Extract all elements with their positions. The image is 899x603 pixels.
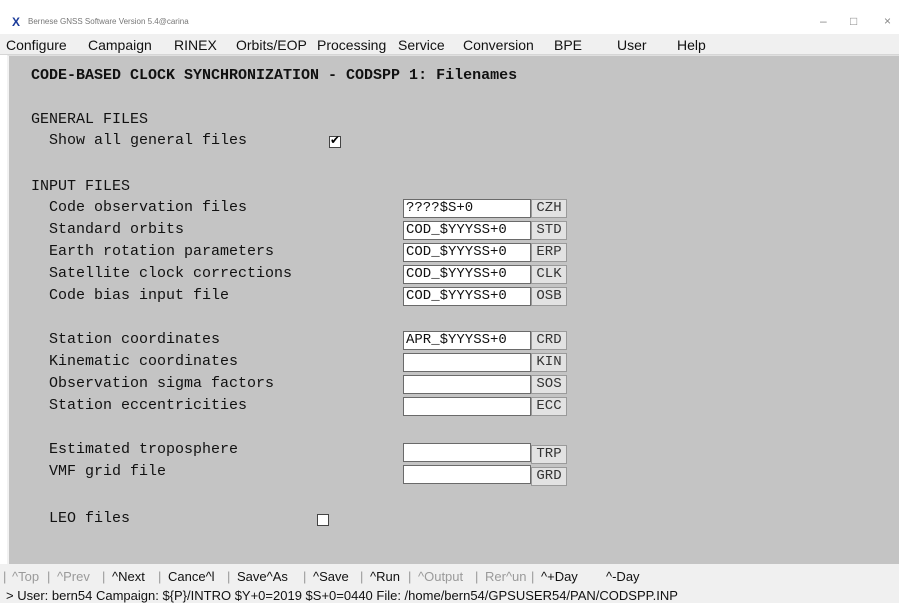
app-logo-icon: X	[12, 15, 21, 29]
code-observation-files-input[interactable]: ????$S+0	[403, 199, 531, 218]
menu-conversion[interactable]: Conversion	[463, 37, 534, 53]
toolbar-divider: |	[360, 569, 364, 584]
cancel-button[interactable]: Cance^l	[168, 569, 215, 584]
prev-button[interactable]: ^Prev	[57, 569, 90, 584]
code-observation-files-label: Code observation files	[49, 199, 248, 216]
code-observation-files-ext-button[interactable]: CZH	[531, 199, 567, 218]
estimated-troposphere-label: Estimated troposphere	[49, 441, 239, 458]
toolbar-divider: |	[158, 569, 162, 584]
vmf-grid-file-input[interactable]	[403, 465, 531, 484]
estimated-troposphere-input[interactable]	[403, 443, 531, 462]
toolbar-divider: |	[303, 569, 307, 584]
observation-sigma-factors-label: Observation sigma factors	[49, 375, 275, 392]
toolbar-divider: |	[47, 569, 51, 584]
minimize-button[interactable]: –	[820, 15, 827, 27]
bottom-toolbar: | ^Top | ^Prev | ^Next | Cance^l | Save^…	[0, 564, 899, 603]
station-coordinates-input[interactable]: APR_$YYYSS+0	[403, 331, 531, 350]
show-all-general-files-label: Show all general files	[49, 132, 248, 149]
toolbar-divider: |	[227, 569, 231, 584]
close-button[interactable]: ×	[884, 15, 891, 27]
maximize-button[interactable]: □	[850, 15, 857, 27]
next-button[interactable]: ^Next	[112, 569, 145, 584]
leo-files-label: LEO files	[49, 510, 131, 527]
save-as-button[interactable]: Save^As	[237, 569, 288, 584]
checkmark-icon: ✔	[330, 133, 341, 147]
menu-help[interactable]: Help	[677, 37, 706, 53]
menu-bpe[interactable]: BPE	[554, 37, 582, 53]
station-coordinates-label: Station coordinates	[49, 331, 221, 348]
save-button[interactable]: ^Save	[313, 569, 349, 584]
plus-day-button[interactable]: ^+Day	[541, 569, 578, 584]
estimated-troposphere-ext-button[interactable]: TRP	[531, 445, 567, 464]
toolbar-divider: |	[102, 569, 106, 584]
menu-processing[interactable]: Processing	[317, 37, 386, 53]
earth-rotation-parameters-input[interactable]: COD_$YYYSS+0	[403, 243, 531, 262]
menu-service[interactable]: Service	[398, 37, 445, 53]
menu-orbits-eop[interactable]: Orbits/EOP	[236, 37, 307, 53]
top-button[interactable]: ^Top	[12, 569, 39, 584]
standard-orbits-label: Standard orbits	[49, 221, 185, 238]
station-eccentricities-label: Station eccentricities	[49, 397, 248, 414]
menu-configure[interactable]: Configure	[6, 37, 67, 53]
minus-day-button[interactable]: ^-Day	[606, 569, 640, 584]
menu-bar: Configure Campaign RINEX Orbits/EOP Proc…	[0, 34, 899, 55]
kinematic-coordinates-label: Kinematic coordinates	[49, 353, 239, 370]
run-button[interactable]: ^Run	[370, 569, 400, 584]
station-coordinates-ext-button[interactable]: CRD	[531, 331, 567, 350]
toolbar-divider: |	[475, 569, 479, 584]
rerun-button[interactable]: Rer^un	[485, 569, 527, 584]
earth-rotation-parameters-ext-button[interactable]: ERP	[531, 243, 567, 262]
status-line: > User: bern54 Campaign: ${P}/INTRO $Y+0…	[6, 588, 678, 603]
standard-orbits-input[interactable]: COD_$YYYSS+0	[403, 221, 531, 240]
toolbar-divider: |	[531, 569, 535, 584]
leo-files-checkbox[interactable]	[317, 514, 329, 526]
show-all-general-files-checkbox[interactable]: ✔	[329, 133, 341, 148]
toolbar-divider: |	[408, 569, 412, 584]
window-title-bar: X Bernese GNSS Software Version 5.4@cari…	[0, 0, 899, 33]
input-panel: CODE-BASED CLOCK SYNCHRONIZATION - CODSP…	[7, 55, 899, 564]
observation-sigma-factors-ext-button[interactable]: SOS	[531, 375, 567, 394]
code-bias-input-file-label: Code bias input file	[49, 287, 230, 304]
vmf-grid-file-ext-button[interactable]: GRD	[531, 467, 567, 486]
output-button[interactable]: ^Output	[418, 569, 463, 584]
code-bias-input-file-input[interactable]: COD_$YYYSS+0	[403, 287, 531, 306]
satellite-clock-corrections-label: Satellite clock corrections	[49, 265, 293, 282]
vmf-grid-file-label: VMF grid file	[49, 463, 167, 480]
window-title: Bernese GNSS Software Version 5.4@carina	[28, 17, 189, 26]
observation-sigma-factors-input[interactable]	[403, 375, 531, 394]
toolbar-start-divider: |	[3, 569, 7, 584]
satellite-clock-corrections-input[interactable]: COD_$YYYSS+0	[403, 265, 531, 284]
standard-orbits-ext-button[interactable]: STD	[531, 221, 567, 240]
general-files-heading: GENERAL FILES	[31, 111, 149, 128]
panel-title: CODE-BASED CLOCK SYNCHRONIZATION - CODSP…	[31, 67, 518, 84]
station-eccentricities-input[interactable]	[403, 397, 531, 416]
kinematic-coordinates-ext-button[interactable]: KIN	[531, 353, 567, 372]
kinematic-coordinates-input[interactable]	[403, 353, 531, 372]
menu-campaign[interactable]: Campaign	[88, 37, 152, 53]
code-bias-input-file-ext-button[interactable]: OSB	[531, 287, 567, 306]
menu-rinex[interactable]: RINEX	[174, 37, 217, 53]
satellite-clock-corrections-ext-button[interactable]: CLK	[531, 265, 567, 284]
station-eccentricities-ext-button[interactable]: ECC	[531, 397, 567, 416]
input-files-heading: INPUT FILES	[31, 178, 131, 195]
menu-user[interactable]: User	[617, 37, 647, 53]
earth-rotation-parameters-label: Earth rotation parameters	[49, 243, 275, 260]
